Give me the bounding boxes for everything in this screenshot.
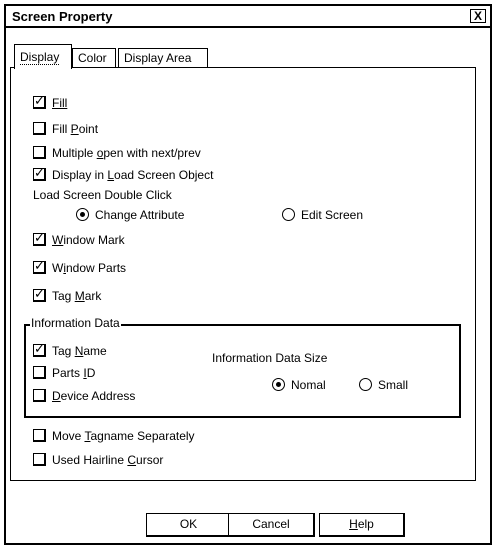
radio-icon[interactable] [76,208,89,221]
window-title: Screen Property [12,9,113,24]
checkbox-icon[interactable] [33,230,46,246]
parts-id-label: Parts ID [52,366,96,380]
device-address-checkbox[interactable]: Device Address [33,389,135,405]
change-attribute-radio[interactable]: Change Attribute [76,208,184,224]
display-load-screen-label: Display in Load Screen Object [52,168,214,182]
fill-point-checkbox[interactable]: Fill Point [33,122,98,138]
small-label: Small [378,378,409,392]
tab-color-label: Color [78,51,107,65]
radio-icon[interactable] [282,208,295,221]
parts-id-checkbox[interactable]: Parts ID [33,366,95,382]
checkbox-icon[interactable] [33,366,46,379]
fill-point-label: Fill Point [52,122,99,136]
hairline-cursor-label: Used Hairline Cursor [52,453,164,467]
checkbox-icon[interactable] [33,286,46,302]
checkbox-icon[interactable] [33,389,46,402]
fill-label: Fill [52,96,68,110]
close-icon[interactable]: X [470,9,486,23]
ok-button[interactable]: OK [146,513,232,537]
radio-icon[interactable] [272,378,285,391]
cancel-button[interactable]: Cancel [228,513,315,537]
multiple-open-checkbox[interactable]: Multiple open with next/prev [33,146,201,162]
tab-display-area-label: Display Area [124,51,192,65]
tab-display[interactable]: Display [14,44,72,69]
display-load-screen-checkbox[interactable]: Display in Load Screen Object [33,165,214,184]
title-bar: Screen Property X [6,6,490,28]
edit-screen-radio[interactable]: Edit Screen [282,208,363,224]
checkbox-icon[interactable] [33,258,46,274]
checkbox-icon[interactable] [33,341,46,357]
nomal-label: Nomal [291,378,326,392]
tab-display-area[interactable]: Display Area [118,48,208,68]
checkbox-icon[interactable] [33,93,46,109]
fill-checkbox[interactable]: Fill [33,93,68,112]
nomal-radio[interactable]: Nomal [272,378,326,394]
move-tagname-checkbox[interactable]: Move Tagname Separately [33,429,195,445]
tab-color[interactable]: Color [72,48,116,68]
window-mark-checkbox[interactable]: Window Mark [33,230,125,249]
edit-screen-label: Edit Screen [301,208,364,222]
checkbox-icon[interactable] [33,122,46,135]
move-tagname-label: Move Tagname Separately [52,429,195,443]
device-address-label: Device Address [52,389,136,403]
radio-icon[interactable] [359,378,372,391]
double-click-label: Load Screen Double Click [33,188,172,202]
tag-name-checkbox[interactable]: Tag Name [33,341,107,360]
checkbox-icon[interactable] [33,165,46,181]
tag-mark-checkbox[interactable]: Tag Mark [33,286,102,305]
multiple-open-label: Multiple open with next/prev [52,146,201,160]
information-data-legend: Information Data [30,316,121,330]
checkbox-icon[interactable] [33,146,46,159]
checkbox-icon[interactable] [33,429,46,442]
checkbox-icon[interactable] [33,453,46,466]
small-radio[interactable]: Small [359,378,408,394]
help-button[interactable]: Help [319,513,405,537]
tag-name-label: Tag Name [52,344,107,358]
change-attribute-label: Change Attribute [95,208,185,222]
window-parts-label: Window Parts [52,261,127,275]
window-parts-checkbox[interactable]: Window Parts [33,258,127,277]
hairline-cursor-checkbox[interactable]: Used Hairline Cursor [33,453,163,469]
information-data-size-label: Information Data Size [212,351,328,365]
window-mark-label: Window Mark [52,233,125,247]
tag-mark-label: Tag Mark [52,289,102,303]
tab-display-label: Display [20,50,60,65]
